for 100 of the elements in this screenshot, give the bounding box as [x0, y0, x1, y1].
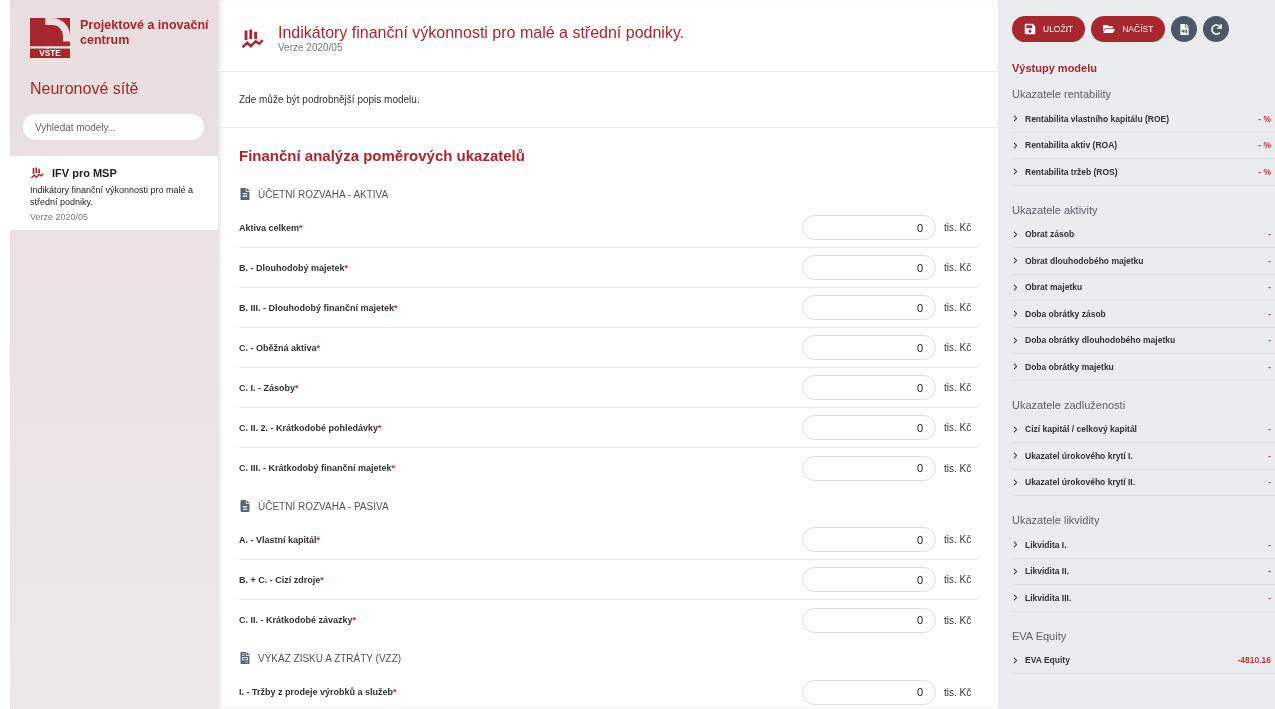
output-label: Likvidita II. [1025, 566, 1070, 577]
output-label: Doba obrátky zásob [1025, 308, 1107, 319]
chevron-icon[interactable] [1012, 363, 1019, 371]
refresh-icon [1210, 23, 1222, 35]
output-value: - [1268, 255, 1271, 266]
number-input[interactable]: 0 [802, 527, 936, 552]
output-label: Rentabilita tržeb (ROS) [1025, 166, 1119, 177]
group-title: Ukazatele likvidity [1012, 513, 1101, 528]
output-value: - % [1258, 166, 1271, 177]
unit-label: tis. Kč [944, 422, 973, 433]
output-label: Doba obrátky dlouhodobého majetku [1025, 335, 1177, 346]
field-label: I. - Tržby z prodeje výrobků a služeb* [239, 687, 398, 697]
number-input[interactable]: 0 [802, 679, 936, 705]
output-label: Obrat zásob [1025, 229, 1076, 240]
field-label: C. - Oběžná aktiva* [239, 342, 322, 353]
document-icon [239, 188, 251, 200]
output-value: - [1268, 592, 1271, 603]
chevron-icon[interactable] [1012, 310, 1019, 318]
chevron-icon[interactable] [1012, 594, 1019, 602]
chevron-icon[interactable] [1012, 336, 1019, 344]
form-title: Finanční analýza poměrových ukazatelů [238, 146, 526, 166]
field-label: B. + C. - Cizí zdroje* [239, 574, 325, 585]
unit-label: tis. Kč [944, 382, 973, 393]
model-name: IFV pro MSP [52, 167, 117, 179]
field-label: B. III. - Dlouhodobý finanční majetek* [239, 302, 399, 313]
section-title: ÚČETNÍ ROZVAHA - PASIVA [258, 500, 389, 512]
chevron-icon[interactable] [1012, 283, 1019, 291]
chevron-icon[interactable] [1012, 656, 1019, 664]
logo-text: Projektové a inovační centrum [80, 18, 210, 48]
output-label: Ukazatel úrokového krytí I. [1025, 450, 1134, 461]
chevron-icon[interactable] [1012, 141, 1019, 149]
group-title: Ukazatele zadluženosti [1012, 397, 1127, 413]
field-label: C. I. - Zásoby* [239, 382, 300, 393]
search-field[interactable]: Vyhledat modely... [23, 114, 204, 140]
number-input[interactable]: 0 [802, 567, 936, 592]
output-value: - [1268, 566, 1271, 577]
unit-label: tis. Kč [944, 262, 973, 273]
version-text: Verze 2020/05 [278, 42, 344, 53]
chevron-icon[interactable] [1012, 452, 1019, 460]
number-input[interactable]: 0 [802, 607, 936, 633]
save-button[interactable]: ULOŽIT [1012, 16, 1086, 42]
logo-icon: VŠTE [30, 18, 70, 58]
sidebar-title: Neuronové sítě [29, 79, 140, 98]
chevron-icon[interactable] [1012, 257, 1019, 265]
chevron-icon[interactable] [1012, 425, 1019, 433]
output-value: -4810.16 [1237, 655, 1271, 666]
number-input[interactable]: 0 [802, 335, 936, 360]
output-label: Likvidita III. [1025, 592, 1073, 603]
section-title: ÚČETNÍ ROZVAHA - AKTIVA [258, 188, 389, 200]
document-icon [239, 500, 251, 512]
field-label: A. - Vlastní kapitál* [239, 534, 322, 545]
section-title: VÝKAZ ZISKU A ZTRÁTY (VZZ) [258, 652, 402, 664]
refresh-button[interactable] [1203, 16, 1230, 42]
file-button[interactable] [1171, 16, 1198, 42]
field-label: C. III. - Krátkodobý finanční majetek* [239, 463, 397, 473]
chevron-icon[interactable] [1012, 168, 1019, 176]
output-value: - [1268, 282, 1271, 293]
number-input[interactable]: 0 [802, 455, 936, 481]
field-label: C. II. 2. - Krátkodobé pohledávky* [239, 422, 383, 433]
chevron-icon[interactable] [1012, 541, 1019, 549]
model-description: Indikátory finanční výkonnosti pro malé a střední podniky. [30, 184, 195, 208]
output-value: - [1268, 229, 1271, 240]
number-input[interactable]: 0 [802, 375, 936, 400]
number-input[interactable]: 0 [802, 415, 936, 440]
output-value: - % [1258, 140, 1271, 151]
chevron-icon[interactable] [1012, 115, 1019, 123]
load-button[interactable]: NAČÍST [1091, 16, 1166, 42]
model-card[interactable]: IFV pro MSP Indikátory finanční výkonnosti pro malé a střední podniky. Verze 2020/05 [10, 156, 218, 230]
output-value: - [1268, 539, 1271, 550]
chart-icon [240, 26, 264, 51]
unit-label: tis. Kč [944, 302, 973, 313]
unit-label: tis. Kč [944, 574, 973, 585]
number-input[interactable]: 0 [802, 295, 936, 320]
output-value: - [1268, 308, 1271, 319]
model-description: Zde může být podrobnější popis modelu. [218, 72, 998, 128]
chart-icon [30, 166, 44, 180]
group-title: EVA Equity [1012, 628, 1068, 644]
document-icon [239, 652, 251, 664]
output-label: Rentabilita aktiv (ROA) [1025, 140, 1119, 151]
unit-label: tis. Kč [944, 614, 973, 626]
chevron-icon[interactable] [1012, 478, 1019, 486]
chevron-icon[interactable] [1012, 567, 1019, 575]
group-title: Ukazatele rentability [1012, 87, 1113, 102]
output-value: - [1268, 361, 1271, 372]
output-label: Obrat majetku [1025, 282, 1084, 293]
output-value: - [1268, 335, 1271, 346]
unit-label: tis. Kč [944, 222, 973, 233]
unit-label: tis. Kč [944, 342, 973, 353]
output-value: - [1268, 424, 1271, 435]
field-label: B. - Dlouhodobý majetek* [239, 262, 350, 273]
field-label: C. II. - Krátkodobé závazky* [239, 615, 358, 625]
output-value: - [1268, 450, 1271, 461]
output-value: - [1268, 477, 1271, 488]
folder-icon [1103, 23, 1116, 35]
number-input[interactable]: 0 [802, 255, 936, 280]
number-input[interactable]: 0 [802, 215, 936, 240]
chevron-icon[interactable] [1012, 230, 1019, 238]
model-version: Verze 2020/05 [30, 212, 90, 222]
unit-label: tis. Kč [944, 686, 973, 698]
output-label: EVA Equity [1025, 655, 1071, 666]
